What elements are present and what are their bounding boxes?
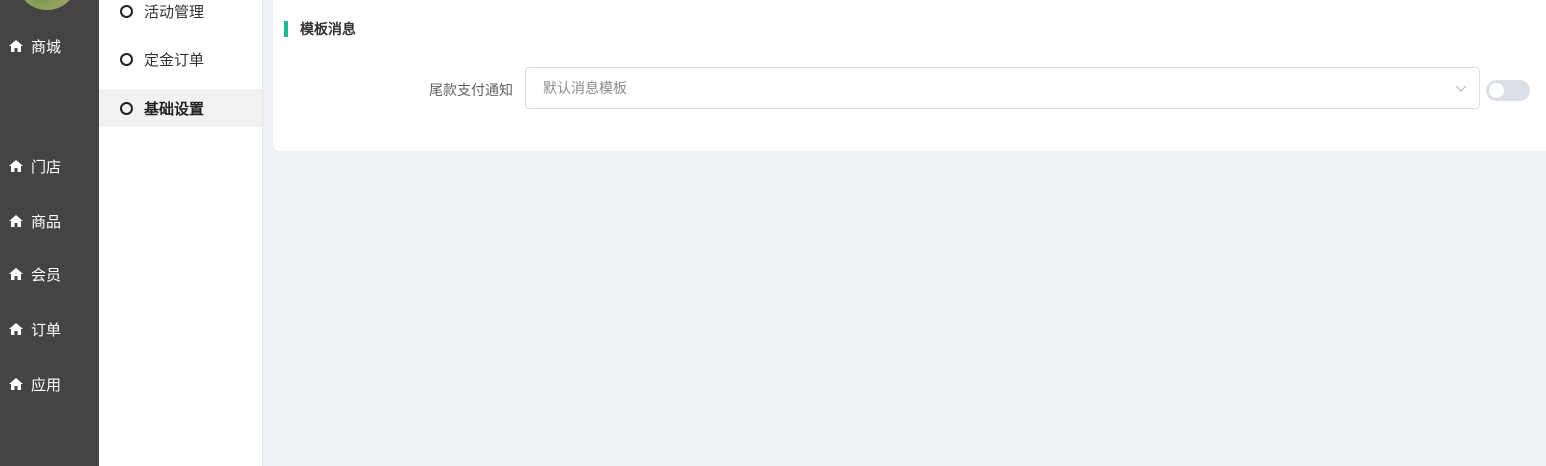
nav-item-members[interactable]: 会员 (8, 264, 61, 284)
home-icon (9, 40, 23, 52)
toggle-knob (1489, 83, 1504, 98)
nav-item-mall[interactable]: 商城 (8, 36, 61, 56)
home-icon (9, 323, 23, 335)
nav-item-label: 商品 (31, 212, 62, 231)
notification-toggle[interactable] (1486, 80, 1530, 101)
select-placeholder: 默认消息模板 (543, 81, 627, 97)
home-icon (9, 378, 23, 390)
section-title-accent-bar (284, 21, 288, 37)
section-title-text: 模板消息 (300, 22, 356, 38)
circle-icon (120, 52, 133, 66)
chevron-down-icon (1455, 85, 1467, 92)
avatar[interactable] (18, 0, 76, 10)
app: 商城 门店 商品 会员 订单 应用 活动管理 定金订单 基础设置 模板消息 尾款… (0, 0, 1546, 466)
sub-nav-item-label: 基础设置 (144, 99, 205, 118)
main-nav: 商城 门店 商品 会员 订单 应用 (0, 0, 99, 466)
nav-item-store[interactable]: 门店 (8, 156, 61, 176)
nav-item-label: 商城 (31, 37, 62, 56)
nav-item-orders[interactable]: 订单 (8, 319, 61, 339)
section-title: 模板消息 (284, 21, 356, 38)
sub-nav-item-deposit-orders[interactable]: 定金订单 (99, 40, 262, 78)
sub-nav-item-label: 定金订单 (144, 50, 205, 69)
sub-nav-item-activity-management[interactable]: 活动管理 (99, 0, 262, 30)
nav-item-products[interactable]: 商品 (8, 211, 61, 231)
home-icon (9, 268, 23, 280)
nav-item-label: 订单 (31, 320, 62, 339)
final-payment-notice-label: 尾款支付通知 (429, 83, 513, 99)
sub-nav-item-basic-settings[interactable]: 基础设置 (99, 89, 262, 127)
message-template-select[interactable]: 默认消息模板 (525, 67, 1480, 109)
circle-icon (120, 101, 133, 115)
template-message-card: 模板消息 尾款支付通知 默认消息模板 (273, 0, 1546, 151)
nav-item-label: 门店 (31, 157, 62, 176)
nav-item-label: 会员 (31, 265, 62, 284)
sub-nav: 活动管理 定金订单 基础设置 (99, 0, 263, 466)
nav-item-apps[interactable]: 应用 (8, 374, 61, 394)
home-icon (9, 215, 23, 227)
circle-icon (120, 4, 133, 18)
home-icon (9, 160, 23, 172)
sub-nav-item-label: 活动管理 (144, 2, 205, 21)
nav-item-label: 应用 (31, 375, 62, 394)
